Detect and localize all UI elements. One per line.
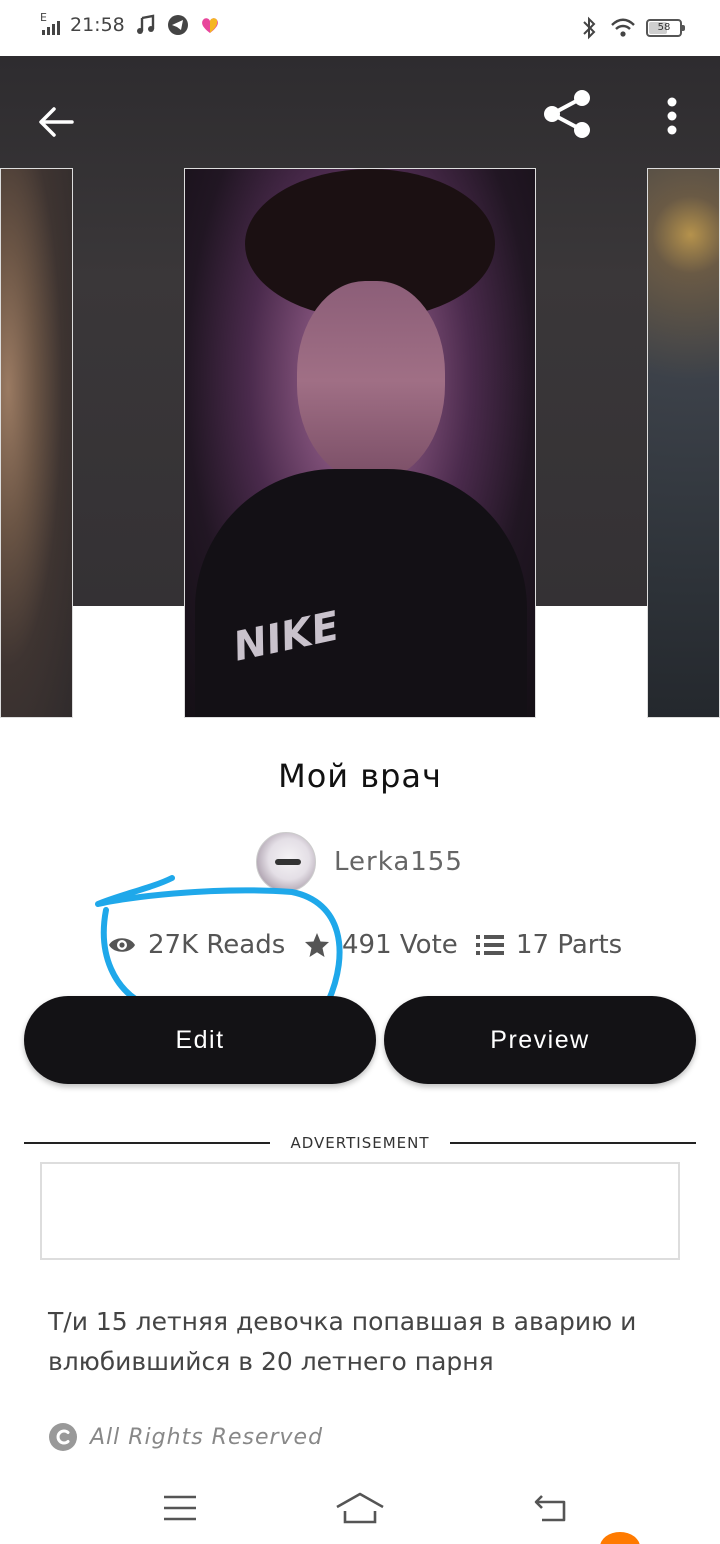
story-cover[interactable]: NIKE	[184, 168, 536, 718]
parts-stat[interactable]: 17 Parts	[476, 930, 622, 960]
share-button[interactable]	[536, 82, 600, 146]
wifi-icon	[611, 18, 635, 37]
status-time: 21:58	[70, 14, 125, 36]
battery-icon: 58	[646, 19, 685, 37]
edit-button[interactable]: Edit	[24, 996, 376, 1084]
nav-back-button[interactable]	[520, 1480, 580, 1536]
network-type: E	[40, 11, 47, 24]
battery-level: 58	[657, 22, 671, 33]
avatar	[256, 832, 316, 892]
preview-button[interactable]: Preview	[384, 996, 696, 1084]
status-bar: E 21:58 58	[0, 0, 720, 56]
rights-text: All Rights Reserved	[90, 1424, 324, 1450]
star-icon	[305, 933, 329, 957]
copyright-notice: All Rights Reserved	[48, 1422, 323, 1452]
home-icon	[336, 1492, 384, 1524]
cover-art-hoodie	[195, 469, 527, 717]
story-title: Мой врач	[278, 757, 442, 795]
status-right: 58	[578, 16, 685, 40]
votes-count: 491 Vote	[342, 930, 458, 960]
author-name: Lerka155	[334, 847, 463, 877]
divider	[450, 1142, 696, 1144]
cover-art-face	[297, 281, 445, 481]
parts-count: 17 Parts	[516, 930, 623, 960]
screen: E 21:58 58 NIKE Мой врач Lerka155 27K Re…	[0, 0, 720, 1544]
author-link[interactable]: Lerka155	[256, 832, 463, 892]
more-vertical-icon	[667, 97, 677, 135]
more-options-button[interactable]	[652, 86, 692, 146]
story-stats: 27K Reads 491 Vote 17 Parts	[108, 930, 668, 970]
back-nav-icon	[534, 1495, 566, 1522]
heart-app-icon	[201, 18, 218, 33]
votes-stat: 491 Vote	[304, 930, 458, 960]
divider	[24, 1142, 270, 1144]
next-story-cover[interactable]	[647, 168, 720, 718]
menu-icon	[164, 1495, 196, 1521]
eye-icon	[109, 938, 135, 952]
status-left: E 21:58	[40, 11, 221, 36]
music-icon	[136, 14, 154, 34]
story-description: Т/и 15 летняя девочка попавшая в аварию …	[48, 1307, 637, 1376]
reads-stat: 27K Reads	[108, 930, 285, 960]
signal-icon: E	[40, 11, 60, 35]
list-icon	[476, 935, 504, 955]
advertisement-slot[interactable]	[40, 1162, 680, 1260]
nav-home-button[interactable]	[330, 1480, 390, 1536]
nav-recents-button[interactable]	[150, 1480, 210, 1536]
advertisement-label: ADVERTISEMENT	[290, 1134, 430, 1152]
bluetooth-icon	[583, 16, 596, 40]
previous-story-cover[interactable]	[0, 168, 73, 718]
reads-count: 27K Reads	[148, 930, 286, 960]
back-button[interactable]	[26, 92, 86, 152]
back-arrow-icon	[39, 107, 74, 137]
telegram-icon	[167, 15, 188, 35]
share-icon	[544, 90, 590, 138]
copyright-icon	[49, 1423, 77, 1451]
